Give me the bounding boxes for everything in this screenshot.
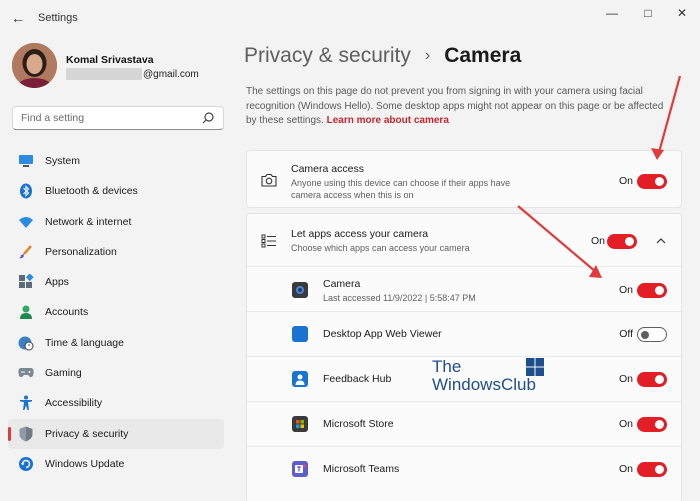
accessibility-icon	[18, 395, 34, 411]
camera-access-subtitle: Anyone using this device can choose if t…	[291, 178, 511, 200]
shield-icon	[18, 426, 34, 442]
search-icon[interactable]	[201, 111, 215, 125]
sidebar-item-label: Apps	[45, 276, 69, 289]
sidebar-item-label: Network & internet	[45, 215, 132, 228]
wifi-icon	[18, 214, 34, 230]
sidebar-item-label: Personalization	[45, 245, 117, 258]
person-icon	[18, 304, 34, 320]
app-toggle-microsoft-teams[interactable]	[637, 462, 667, 477]
info-text: The settings on this page do not prevent…	[246, 86, 664, 126]
sidebar-item-label: Gaming	[45, 367, 82, 380]
search-input[interactable]	[21, 112, 201, 124]
bluetooth-icon	[18, 183, 34, 199]
email-suffix: @gmail.com	[143, 68, 199, 80]
sidebar-item-label: Bluetooth & devices	[45, 185, 138, 198]
clock-globe-icon	[18, 335, 34, 351]
sidebar-item-accounts[interactable]: Accounts	[8, 297, 224, 327]
sidebar-item-windows-update[interactable]: Windows Update	[8, 449, 224, 479]
back-button[interactable]: ←	[8, 8, 28, 28]
watermark-line1: The	[432, 357, 462, 376]
monitor-icon	[18, 153, 34, 169]
breadcrumb-parent[interactable]: Privacy & security	[244, 44, 411, 68]
app-row-camera: Camera Last accessed 11/9/2022 | 5:58:47…	[247, 266, 681, 311]
sidebar-item-network[interactable]: Network & internet	[8, 207, 224, 237]
sidebar-item-label: Accounts	[45, 306, 89, 319]
minimize-button[interactable]: —	[600, 4, 624, 22]
update-icon	[18, 456, 34, 472]
sidebar-item-system[interactable]: System	[8, 146, 224, 176]
apps-access-subtitle: Choose which apps can access your camera	[291, 243, 470, 253]
app-name: Microsoft Teams	[323, 463, 400, 475]
app-title: Settings	[38, 12, 78, 24]
sidebar-item-gaming[interactable]: Gaming	[8, 358, 224, 388]
brush-icon	[18, 244, 34, 260]
sidebar-nav: System Bluetooth & devices Network & int…	[8, 146, 224, 479]
app-row-microsoft-teams: Microsoft Teams On	[247, 446, 681, 491]
web-viewer-app-icon	[292, 326, 308, 342]
app-name: Camera	[323, 278, 361, 290]
microsoft-teams-icon	[292, 461, 308, 477]
app-state: On	[618, 373, 633, 385]
app-state: Off	[619, 328, 633, 340]
camera-access-title: Camera access	[291, 163, 364, 175]
title-bar: ← Settings — □ ✕	[0, 0, 700, 36]
app-toggle-feedback-hub[interactable]	[637, 372, 667, 387]
app-state: On	[618, 418, 633, 430]
sidebar-item-bluetooth[interactable]: Bluetooth & devices	[8, 176, 224, 206]
breadcrumb-separator: ›	[424, 47, 431, 64]
info-description: The settings on this page do not prevent…	[246, 85, 676, 129]
sidebar-item-label: System	[45, 155, 81, 167]
sidebar-item-accessibility[interactable]: Accessibility	[8, 388, 224, 418]
app-toggle-desktop-web-viewer[interactable]	[637, 327, 667, 342]
breadcrumb: Privacy & security › Camera	[244, 44, 521, 68]
gamepad-icon	[18, 365, 34, 381]
avatar[interactable]	[12, 43, 57, 88]
app-toggle-microsoft-store[interactable]	[637, 417, 667, 432]
sidebar-item-label: Windows Update	[45, 457, 125, 470]
apps-access-title: Let apps access your camera	[291, 228, 429, 240]
page-title: Camera	[444, 44, 522, 67]
sidebar-item-personalization[interactable]: Personalization	[8, 237, 224, 267]
watermark-line2: WindowsClub	[432, 375, 536, 394]
camera-icon	[261, 172, 277, 188]
app-name: Desktop App Web Viewer	[323, 328, 442, 340]
learn-more-link[interactable]: Learn more about camera	[327, 115, 449, 126]
feedback-hub-icon	[292, 371, 308, 387]
chevron-up-icon[interactable]	[655, 235, 667, 247]
sidebar-item-label: Privacy & security	[45, 427, 129, 440]
apps-access-card: Let apps access your camera Choose which…	[246, 213, 682, 501]
camera-access-state: On	[618, 175, 633, 187]
apps-icon	[18, 274, 34, 290]
close-button[interactable]: ✕	[670, 4, 694, 22]
app-name: Feedback Hub	[323, 373, 392, 385]
app-row-microsoft-store: Microsoft Store On	[247, 401, 681, 446]
list-icon	[261, 233, 277, 249]
app-state: On	[618, 463, 633, 475]
app-last-accessed: Last accessed 11/9/2022 | 5:58:47 PM	[323, 293, 476, 303]
app-state: On	[618, 284, 633, 296]
app-toggle-camera[interactable]	[637, 283, 667, 298]
email-redaction	[66, 68, 142, 80]
apps-access-row[interactable]: Let apps access your camera Choose which…	[247, 214, 681, 266]
camera-access-card: Camera access Anyone using this device c…	[246, 150, 682, 208]
apps-access-state: On	[590, 235, 605, 247]
sidebar-item-privacy-security[interactable]: Privacy & security	[8, 418, 224, 449]
sidebar-item-apps[interactable]: Apps	[8, 267, 224, 297]
profile-email: @gmail.com	[66, 68, 199, 80]
apps-access-toggle[interactable]	[607, 234, 637, 249]
sidebar-item-time-language[interactable]: Time & language	[8, 328, 224, 358]
microsoft-store-icon	[292, 416, 308, 432]
app-name: Microsoft Store	[323, 418, 394, 430]
sidebar-item-label: Accessibility	[45, 397, 103, 410]
app-row-desktop-web-viewer: Desktop App Web Viewer Off	[247, 311, 681, 356]
camera-app-icon	[292, 282, 308, 298]
maximize-button[interactable]: □	[636, 4, 660, 22]
profile-name: Komal Srivastava	[66, 54, 154, 66]
watermark: The WindowsClub	[432, 357, 544, 394]
sidebar-item-label: Time & language	[45, 336, 124, 349]
camera-access-row: Camera access Anyone using this device c…	[247, 151, 681, 209]
camera-access-toggle[interactable]	[637, 174, 667, 189]
search-box[interactable]	[12, 106, 224, 130]
windows-logo-icon	[526, 358, 544, 376]
